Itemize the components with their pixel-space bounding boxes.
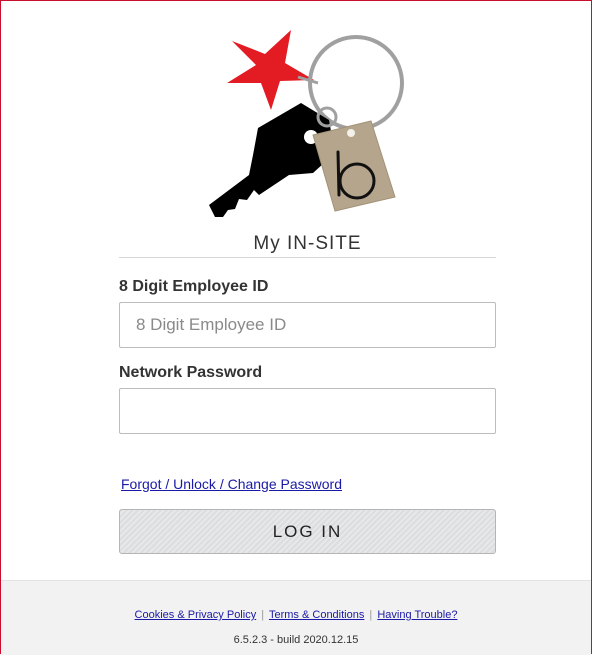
star-icon [227, 30, 314, 110]
footer-separator: | [261, 609, 265, 621]
build-info: 6.5.2.3 - build 2020.12.15 [233, 634, 359, 646]
password-label: Network Password [119, 364, 263, 381]
key-icon [209, 103, 335, 217]
password-input[interactable] [119, 388, 496, 434]
cookies-privacy-link[interactable]: Cookies & Privacy Policy [135, 609, 257, 621]
terms-conditions-link[interactable]: Terms & Conditions [269, 609, 364, 621]
having-trouble-link[interactable]: Having Trouble? [377, 609, 457, 621]
site-title: My IN-SITE [253, 233, 362, 254]
login-button[interactable]: LOG IN [119, 509, 496, 554]
employee-id-input[interactable] [119, 302, 496, 348]
forgot-password-link[interactable]: Forgot / Unlock / Change Password [121, 476, 342, 492]
employee-id-label: 8 Digit Employee ID [119, 278, 269, 295]
login-page: My IN-SITE 8 Digit Employee ID Network P… [0, 0, 592, 655]
keychain-logo [209, 30, 404, 217]
footer: Cookies & Privacy Policy | Terms & Condi… [1, 580, 591, 655]
title-divider [119, 257, 496, 258]
footer-links: Cookies & Privacy Policy | Terms & Condi… [1, 609, 591, 621]
footer-separator: | [369, 609, 373, 621]
